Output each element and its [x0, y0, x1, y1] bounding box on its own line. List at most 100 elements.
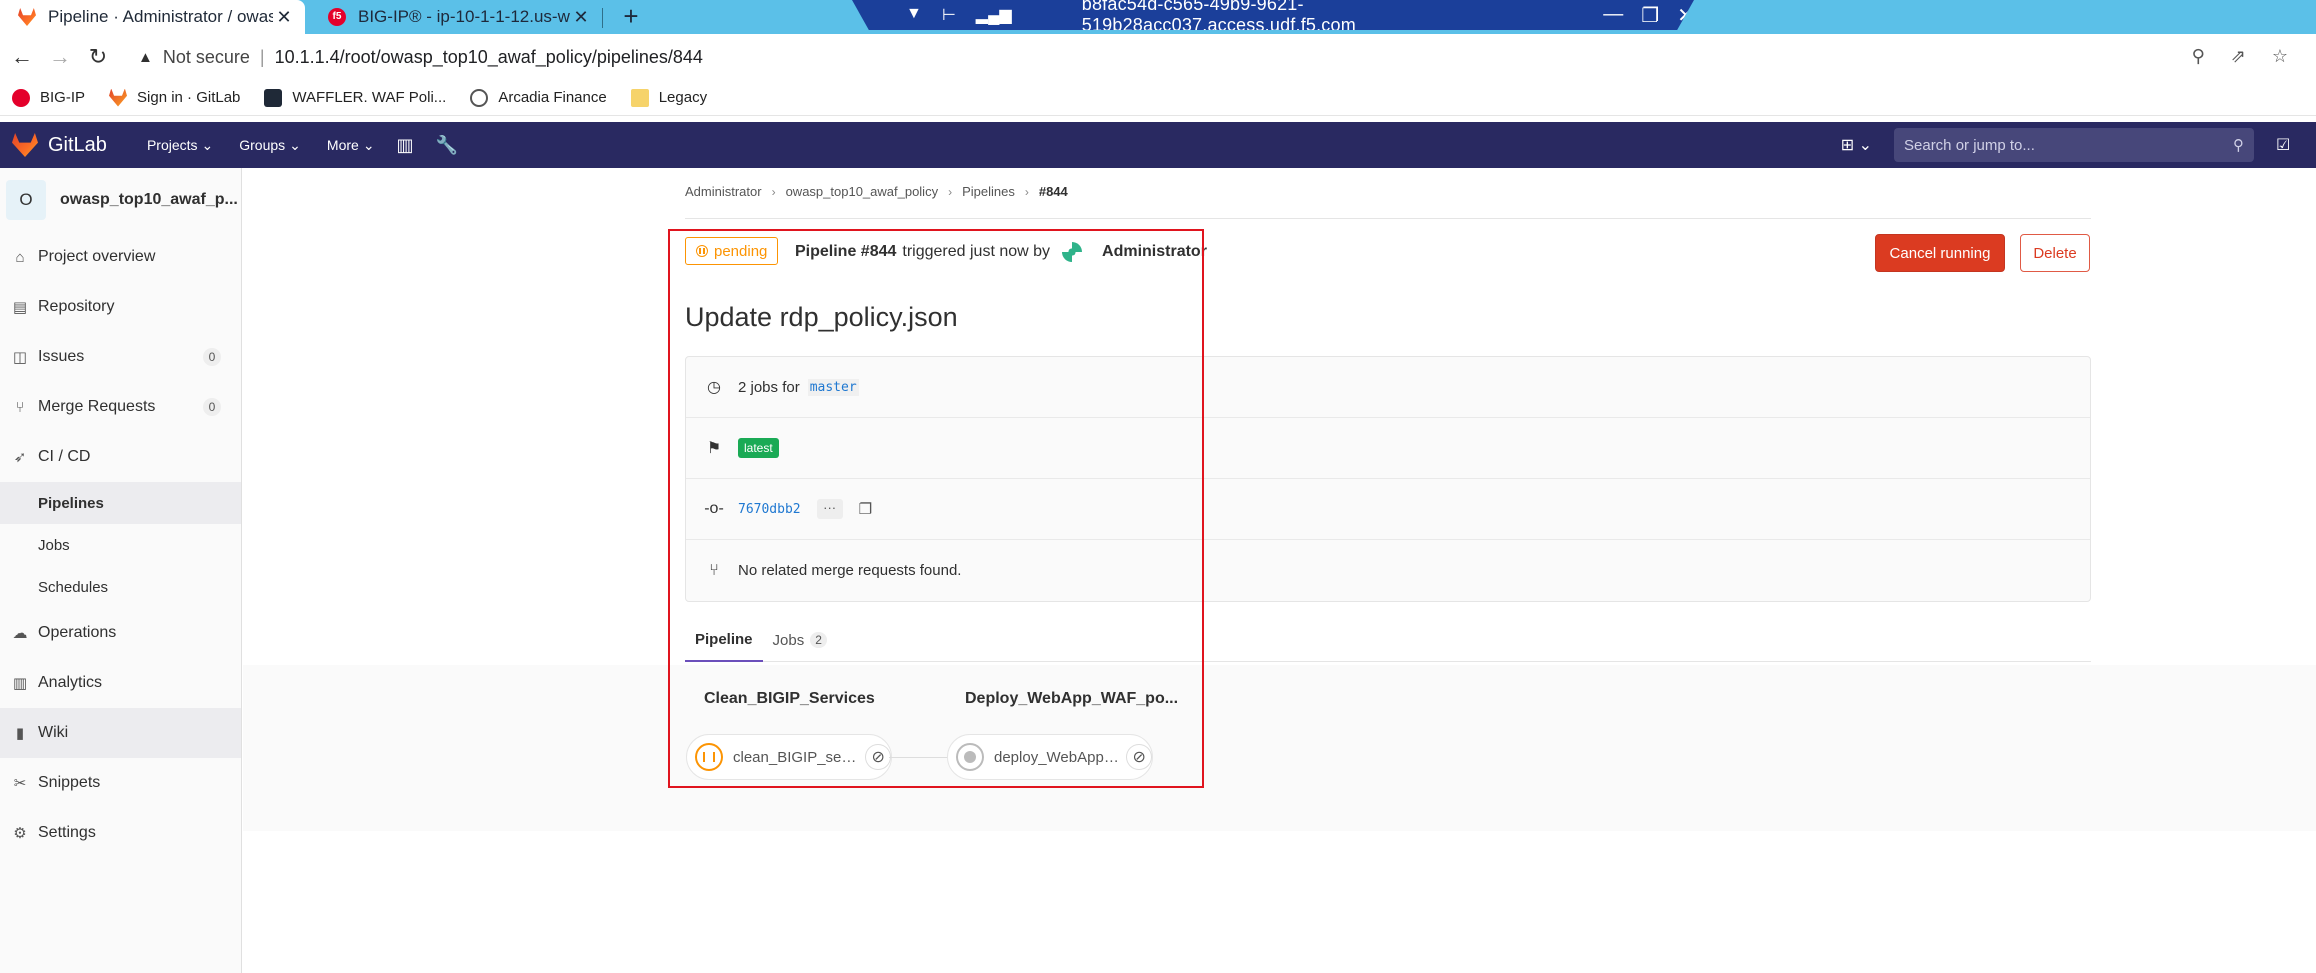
user-name[interactable]: Administrator [1102, 243, 1207, 261]
search-input[interactable]: Search or jump to... ⚲ [1894, 128, 2254, 162]
sidebar-subitem-schedules[interactable]: Schedules [0, 566, 241, 608]
warning-icon[interactable]: ▲ [138, 49, 153, 66]
breadcrumb-item[interactable]: Administrator [685, 184, 762, 199]
back-arrow-icon[interactable]: ← [6, 44, 38, 70]
sidebar-item-snippets[interactable]: ✂ Snippets [0, 758, 241, 808]
copy-icon[interactable]: ❐ [859, 500, 872, 518]
delete-button[interactable]: Delete [2020, 234, 2090, 272]
gitlab-logo[interactable]: GitLab [12, 133, 107, 157]
browser-tab-bigip[interactable]: f5 BIG-IP® - ip-10-1-1-12.us-west-2 ✕ [310, 0, 602, 34]
doc-icon: ▤ [12, 299, 28, 316]
todo-icon[interactable]: ☑ [2276, 135, 2298, 155]
gitlab-top-nav: GitLab Projects ⌄ Groups ⌄ More ⌄ ▥ 🔧 ⊞ ⌄ S… [0, 122, 2316, 168]
gitlab-favicon-icon [18, 8, 36, 26]
pipeline-graph-background [243, 665, 2316, 831]
url-field[interactable]: ▲ Not secure | 10.1.1.4/root/owasp_top10… [138, 47, 703, 68]
flag-icon: ⚑ [706, 440, 722, 457]
reload-icon[interactable]: ↻ [82, 44, 114, 70]
signal-icon: ▂▄▆ [975, 7, 1012, 24]
minimize-icon[interactable]: — [1603, 3, 1623, 28]
mr-text: No related merge requests found. [738, 562, 962, 579]
browser-tab-gitlab[interactable]: Pipeline · Administrator / owasp_ ✕ [0, 0, 305, 34]
mr-count-badge: 0 [203, 398, 221, 416]
groups-menu[interactable]: Groups ⌄ [239, 137, 301, 154]
cancel-running-button[interactable]: Cancel running [1875, 234, 2005, 272]
project-header[interactable]: O owasp_top10_awaf_p... [0, 168, 241, 232]
sidebar-item-analytics[interactable]: ▥ Analytics [0, 658, 241, 708]
gear-icon: ⚙ [13, 825, 27, 842]
jobs-text: 2 jobs for [738, 378, 800, 396]
sidebar-item-merge-requests[interactable]: ⑂ Merge Requests 0 [0, 382, 241, 432]
sidebar-item-cicd[interactable]: ➶ CI / CD [0, 432, 241, 482]
chevron-down-icon[interactable]: ▼ [906, 5, 922, 25]
issues-count-badge: 0 [203, 348, 221, 366]
job-deploy-webapp[interactable]: deploy_WebApp_WAF_policy ⊘ [947, 734, 1153, 780]
forward-arrow-icon[interactable]: → [44, 44, 76, 70]
book-icon: ▮ [15, 725, 25, 742]
sidebar-subitem-jobs[interactable]: Jobs [0, 524, 241, 566]
pin-icon[interactable]: ⊢ [942, 5, 956, 25]
sidebar-item-wiki[interactable]: ▮ Wiki [0, 708, 241, 758]
scissors-icon: ✂ [13, 775, 27, 792]
merge-request-row: ⑂ No related merge requests found. [686, 540, 2090, 601]
user-avatar[interactable] [1062, 242, 1083, 262]
branch-link[interactable]: master [807, 378, 859, 396]
cancel-job-icon[interactable]: ⊘ [1126, 744, 1152, 770]
breadcrumb-item[interactable]: owasp_top10_awaf_policy [786, 184, 939, 199]
commit-sha-link[interactable]: 7670dbb2 [738, 502, 801, 517]
sidebar-item-label: Analytics [38, 674, 103, 691]
bookmark-arcadia[interactable]: Arcadia Finance [470, 88, 607, 107]
star-icon[interactable]: ☆ [2272, 46, 2288, 67]
breadcrumb: Administrator › owasp_top10_awaf_policy › … [685, 184, 1068, 199]
sidebar-item-project-overview[interactable]: ⌂ Project overview [0, 232, 241, 282]
tab-label: Pipeline [695, 630, 753, 648]
restore-icon[interactable]: ❐ [1641, 3, 1659, 28]
tab-title: Pipeline · Administrator / owasp_ [48, 7, 273, 26]
bookmark-waffler[interactable]: WAFFLER. WAF Poli... [264, 88, 446, 107]
stage-title-clean: Clean_BIGIP_Services [704, 690, 875, 707]
bookmark-bigip[interactable]: BIG-IP [12, 88, 85, 107]
wrench-icon[interactable]: 🔧 [436, 135, 458, 156]
sidebar-subitem-pipelines[interactable]: Pipelines [0, 482, 241, 524]
project-sidebar: O owasp_top10_awaf_p... ⌂ Project overvie… [0, 168, 242, 973]
expand-commit-button[interactable]: ··· [816, 499, 843, 519]
tab-pipeline[interactable]: Pipeline [685, 618, 763, 662]
merge-request-icon: ⑂ [709, 561, 719, 579]
chevron-right-icon: › [771, 184, 776, 199]
bookmark-label: Sign in · GitLab [137, 89, 241, 106]
new-tab-button[interactable]: + [616, 0, 646, 34]
bookmark-legacy[interactable]: Legacy [630, 88, 707, 107]
home-icon: ⌂ [15, 248, 25, 266]
clock-icon: ◷ [707, 379, 721, 396]
close-tab-icon[interactable]: ✕ [570, 7, 592, 28]
cancel-job-icon[interactable]: ⊘ [865, 744, 891, 770]
chart-icon[interactable]: ▥ [397, 135, 414, 156]
sidebar-item-settings[interactable]: ⚙ Settings [0, 808, 241, 858]
breadcrumb-item[interactable]: Pipelines [962, 184, 1015, 199]
sidebar-item-operations[interactable]: ☁ Operations [0, 608, 241, 658]
tab-jobs[interactable]: Jobs 2 [763, 618, 837, 662]
share-icon[interactable]: ⇗ [2231, 46, 2246, 67]
projects-menu[interactable]: Projects ⌄ [147, 137, 213, 154]
chevron-right-icon: › [1024, 184, 1029, 199]
sidebar-item-issues[interactable]: ◫ Issues 0 [0, 332, 241, 382]
jobs-row: ◷ 2 jobs for master [686, 357, 2090, 418]
menu-label: Groups [239, 137, 286, 153]
pipeline-status-badge[interactable]: pending [685, 237, 779, 265]
cloud-icon: ☁ [12, 625, 28, 642]
f5-favicon-icon: f5 [328, 8, 346, 26]
menu-label: Projects [146, 137, 198, 153]
new-item-plus-icon[interactable]: ⊞ ⌄ [1841, 135, 1872, 155]
sidebar-item-label: Snippets [38, 774, 101, 791]
issues-icon: ◫ [12, 349, 28, 366]
url-text[interactable]: 10.1.1.4/root/owasp_top10_awaf_policy/pi… [275, 47, 703, 68]
more-menu[interactable]: More ⌄ [327, 137, 375, 154]
breadcrumb-current[interactable]: #844 [1039, 184, 1068, 199]
sidebar-item-repository[interactable]: ▤ Repository [0, 282, 241, 332]
job-clean-bigip-services[interactable]: clean_BIGIP_services ⊘ [686, 734, 892, 780]
close-tab-icon[interactable]: ✕ [273, 7, 295, 28]
pending-status-icon [696, 245, 708, 257]
close-icon[interactable]: ✕ [1677, 3, 1694, 28]
zoom-icon[interactable]: ⚲ [2192, 46, 2205, 67]
bookmark-gitlab[interactable]: Sign in · GitLab [109, 88, 241, 107]
